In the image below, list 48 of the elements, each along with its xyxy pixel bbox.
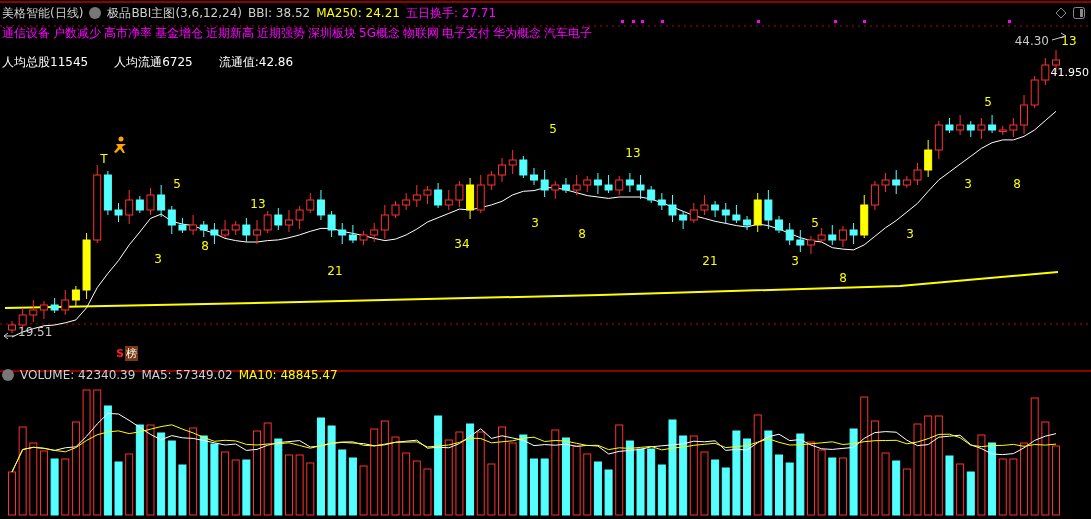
low-price-label: 19.51 (18, 325, 53, 339)
marker-label: 3 (791, 254, 799, 268)
marker-label: 34 (454, 237, 470, 251)
turnover-value: 五日换手: 27.71 (405, 4, 497, 22)
stat-text: 人均总股11545 (2, 54, 89, 71)
marker-label: 13 (1061, 34, 1077, 48)
marker-label: 8 (1013, 177, 1021, 191)
marker-label: 5 (984, 95, 992, 109)
concept-tag[interactable]: 户数减少 (53, 24, 101, 42)
marker-label: 3 (154, 252, 162, 266)
marker-label: 5 (173, 177, 181, 191)
marker-label: 3 (531, 216, 539, 230)
concept-tag[interactable]: 物联网 (402, 24, 439, 42)
marker-label: 8 (839, 271, 847, 285)
high-price-label: 44.30 (1014, 34, 1049, 48)
marker-label: 3 (964, 177, 972, 191)
marker-label: 8 (578, 227, 586, 241)
concept-tag[interactable]: 深圳板块 (308, 24, 356, 42)
concept-tag[interactable]: 近期强势 (257, 24, 305, 42)
volume-ma5-value: MA5: 57349.02 (141, 368, 233, 382)
concept-tag[interactable]: 高市净率 (104, 24, 152, 42)
ma250-value: MA250: 24.21 (316, 6, 400, 20)
concept-tag[interactable]: 华为概念 (492, 24, 541, 42)
marker-label: 13 (625, 146, 641, 160)
marker-label: 5 (549, 122, 557, 136)
concept-tag[interactable]: 汽车电子 (543, 24, 592, 42)
stat-text: 流通值:42.86 (218, 54, 294, 71)
volume-ma10-value: MA10: 48845.47 (238, 368, 338, 382)
marker-label: 13 (250, 197, 266, 211)
concept-tag[interactable]: 电子支付 (441, 24, 490, 42)
ranking-badge[interactable]: 榜 (124, 345, 138, 361)
volume-value: VOLUME: 42340.39 (20, 368, 136, 382)
stock-title: 美格智能(日线) (2, 4, 84, 22)
marker-label: 3 (906, 227, 914, 241)
marker-label: 5 (811, 216, 819, 230)
marker-label: 21 (702, 254, 718, 268)
bbi-value: BBI: 38.52 (248, 6, 311, 20)
concept-tag[interactable]: 基金增仓 (155, 24, 203, 42)
marker-label: 21 (327, 264, 343, 278)
indicator-name: 极品BBI主图(3,6,12,24) (107, 4, 242, 22)
last-price-label: 41.950 (1050, 66, 1089, 79)
concept-tag[interactable]: 近期新高 (206, 24, 254, 42)
marker-label: 8 (201, 239, 209, 253)
signal-letter: S (116, 346, 124, 360)
concept-tag[interactable]: 通信设备 (2, 24, 50, 42)
concept-tag[interactable]: 5G概念 (359, 24, 400, 42)
stat-text: 人均流通6725 (114, 54, 193, 71)
marker-label: T (100, 152, 108, 166)
